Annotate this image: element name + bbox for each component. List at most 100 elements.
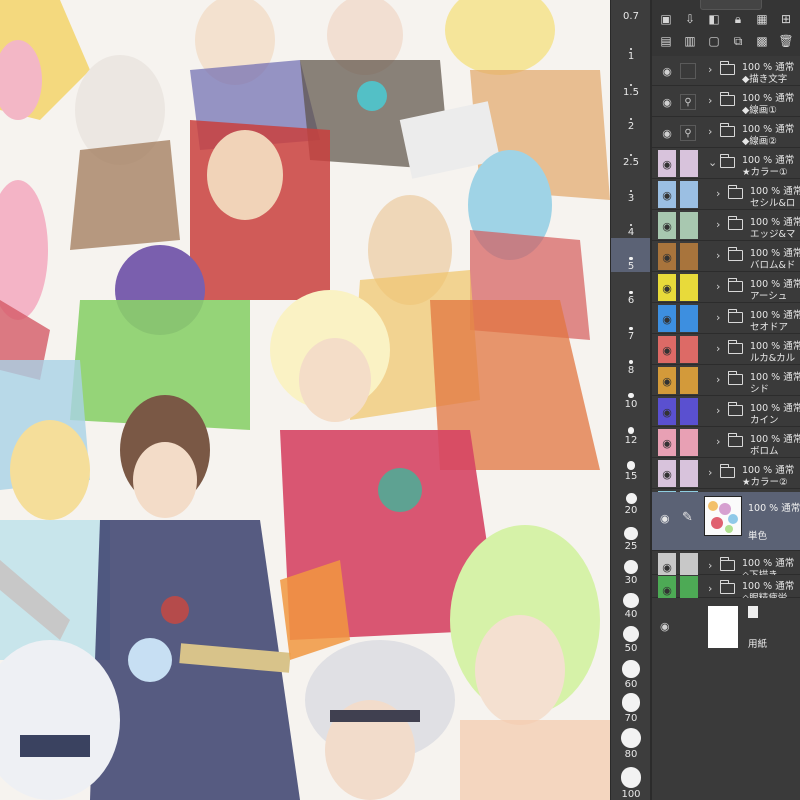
layer-settings-icon[interactable]: ▣ — [656, 10, 676, 28]
eye-icon[interactable]: ◉ — [660, 620, 670, 633]
chevron-right-icon[interactable]: › — [708, 559, 712, 572]
chevron-right-icon[interactable]: › — [716, 311, 720, 324]
eye-icon[interactable]: ◉ — [660, 95, 674, 109]
brush-size-60[interactable]: 60 — [611, 654, 651, 690]
brush-size-label: 70 — [624, 713, 638, 724]
brush-size-15[interactable]: 15 — [611, 446, 651, 482]
layer-name-label: 単色 — [748, 531, 768, 542]
lock-transparency-icon[interactable]: ▦ — [752, 10, 772, 28]
layer-row-selected[interactable]: ◉ ✎ 100 % 通常 単色 — [652, 492, 800, 551]
eye-icon[interactable]: ◉ — [660, 64, 674, 78]
new-raster-layer-icon[interactable]: ▤ — [656, 32, 676, 50]
eye-icon[interactable]: ◉ — [660, 560, 674, 574]
chevron-down-icon[interactable]: ⌄ — [708, 156, 717, 169]
eye-icon[interactable]: ◉ — [660, 250, 674, 264]
layer-row[interactable]: ◉ ⌄ 100 % 通常 ★カラー① — [652, 149, 800, 179]
duplicate-layer-icon[interactable]: ⧉ — [728, 32, 748, 50]
layer-row[interactable]: ◉ › 100 % 通常 シド — [652, 366, 800, 396]
eye-icon[interactable]: ◉ — [660, 467, 674, 481]
layer-row[interactable]: ◉ › 100 % 通常 ルカ&カル — [652, 335, 800, 365]
new-vector-layer-icon[interactable]: ▥ — [680, 32, 700, 50]
mask-icon[interactable]: ◧ — [704, 10, 724, 28]
paper-icon — [748, 606, 758, 618]
chevron-right-icon[interactable]: › — [708, 125, 712, 138]
chevron-right-icon[interactable]: › — [716, 404, 720, 417]
brush-size-3[interactable]: 3 — [611, 168, 651, 204]
eye-icon[interactable]: ◉ — [660, 583, 674, 597]
layer-row[interactable]: ◉ › 100 % 通常 セオドア — [652, 304, 800, 334]
layer-row[interactable]: ◉ › 100 % 通常 エッジ&マ — [652, 211, 800, 241]
reference-icon[interactable]: ⚲ — [680, 125, 696, 141]
brush-size-dot — [625, 493, 637, 504]
chevron-right-icon[interactable]: › — [716, 342, 720, 355]
chevron-right-icon[interactable]: › — [708, 63, 712, 76]
new-folder-icon[interactable]: ▢ — [704, 32, 724, 50]
brush-size-30[interactable]: 30 — [611, 552, 651, 586]
eye-icon[interactable]: ◉ — [660, 188, 674, 202]
lock-icon[interactable] — [680, 63, 696, 79]
drawing-canvas[interactable] — [0, 0, 610, 800]
brush-size-25[interactable]: 25 — [611, 516, 651, 552]
brush-size-50[interactable]: 50 — [611, 620, 651, 654]
brush-size-4[interactable]: 4 — [611, 204, 651, 238]
layer-row[interactable]: ◉ › 100 % 通常 バロム&ド — [652, 242, 800, 272]
eye-icon[interactable]: ◉ — [660, 405, 674, 419]
brush-size-2[interactable]: 2 — [611, 98, 651, 132]
brush-size-6[interactable]: 6 — [611, 272, 651, 306]
chevron-right-icon[interactable]: › — [716, 187, 720, 200]
layer-row[interactable]: ◉ › 100 % 通常 セシル&ロ — [652, 180, 800, 210]
eye-icon[interactable]: ◉ — [660, 312, 674, 326]
layer-row[interactable]: ◉ › 100 % 通常 アーシュ — [652, 273, 800, 303]
eye-icon[interactable]: ◉ — [660, 157, 674, 171]
eye-icon[interactable]: ◉ — [660, 512, 670, 525]
eye-icon[interactable]: ◉ — [660, 374, 674, 388]
chevron-right-icon[interactable]: › — [708, 466, 712, 479]
chevron-right-icon[interactable]: › — [716, 373, 720, 386]
blend-mode-dropdown[interactable] — [700, 0, 762, 10]
eye-icon[interactable]: ◉ — [660, 219, 674, 233]
layer-row[interactable]: ◉›100 % 通常◇下描き — [652, 552, 800, 581]
chevron-right-icon[interactable]: › — [716, 280, 720, 293]
brush-size-1-5[interactable]: 1.5 — [611, 62, 651, 98]
eye-icon[interactable]: ◉ — [660, 281, 674, 295]
transfer-down-icon[interactable]: ⇩ — [680, 10, 700, 28]
chevron-right-icon[interactable]: › — [708, 94, 712, 107]
brush-size-70[interactable]: 70 — [611, 690, 651, 724]
layer-row[interactable]: ◉ › 100 % 通常 ボロム — [652, 428, 800, 458]
brush-size-0-7[interactable]: 0.7 — [611, 0, 651, 22]
brush-size-100[interactable]: 100 — [611, 760, 651, 800]
layer-row[interactable]: ◉ › 100 % 通常 ★カラー② — [652, 459, 800, 489]
layer-row[interactable]: ◉ ⚲ › 100 % 通常 ◆線画① — [652, 87, 800, 117]
layer-row[interactable]: ◉ › 100 % 通常 カイン — [652, 397, 800, 427]
eye-icon[interactable]: ◉ — [660, 436, 674, 450]
eye-icon[interactable]: ◉ — [660, 343, 674, 357]
brush-size-5[interactable]: 5 — [611, 238, 651, 272]
brush-size-10[interactable]: 10 — [611, 376, 651, 410]
chevron-right-icon[interactable]: › — [708, 582, 712, 595]
brush-size-7[interactable]: 7 — [611, 306, 651, 342]
merge-down-icon[interactable]: ▩ — [752, 32, 772, 50]
brush-size-2-5[interactable]: 2.5 — [611, 132, 651, 168]
layer-name-label: シド — [750, 384, 770, 395]
brush-size-8[interactable]: 8 — [611, 342, 651, 376]
chevron-right-icon[interactable]: › — [716, 435, 720, 448]
layer-row-paper[interactable]: ◉ 用紙 — [652, 598, 800, 659]
layer-row[interactable]: ◉ ⚲ › 100 % 通常 ◆線画② — [652, 118, 800, 148]
eye-icon[interactable]: ◉ — [660, 126, 674, 140]
brush-size-1[interactable]: 1 — [611, 28, 651, 62]
chevron-right-icon[interactable]: › — [716, 249, 720, 262]
brush-size-12[interactable]: 12 — [611, 410, 651, 446]
layer-row[interactable]: ◉ › 100 % 通常 ◆描き文字 — [652, 56, 800, 86]
lock-layer-icon[interactable]: 🔒︎ — [728, 10, 748, 28]
layer-name-label: ルカ&カル — [750, 353, 796, 364]
brush-size-20[interactable]: 20 — [611, 482, 651, 516]
reference-icon[interactable]: ⚲ — [680, 94, 696, 110]
brush-size-80[interactable]: 80 — [611, 724, 651, 760]
folder-icon — [728, 371, 743, 385]
layer-name-label: セシル&ロ — [750, 198, 796, 209]
brush-size-40[interactable]: 40 — [611, 586, 651, 620]
delete-layer-icon[interactable]: 🗑︎ — [776, 32, 796, 50]
layer-row[interactable]: ◉›100 % 通常◇眼精疲労 — [652, 575, 800, 604]
chevron-right-icon[interactable]: › — [716, 218, 720, 231]
reference-layer-icon[interactable]: ⊞ — [776, 10, 796, 28]
